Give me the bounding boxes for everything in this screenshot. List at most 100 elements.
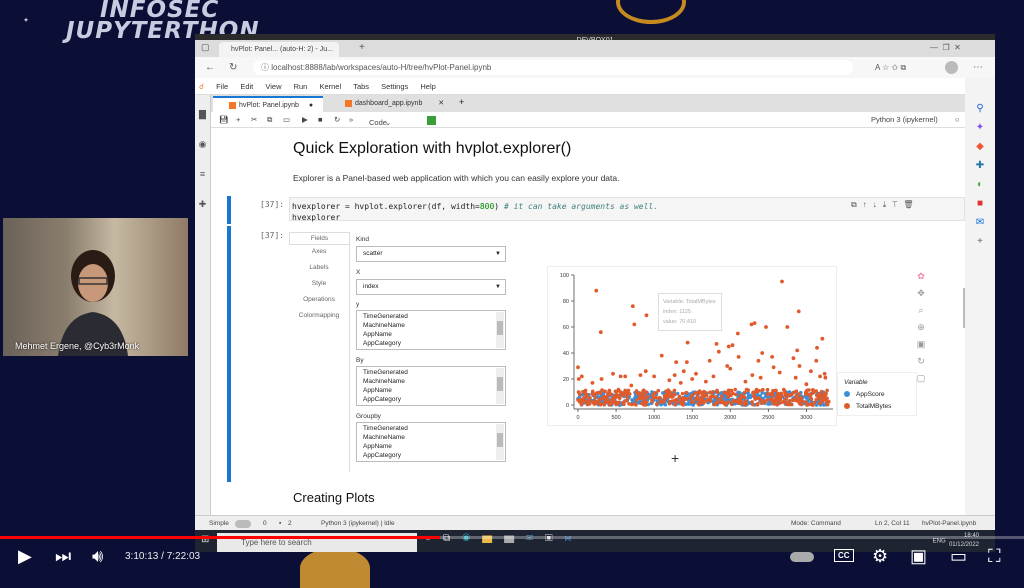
document-tabs: hvPlot: Panel.ipynb ● dashboard_app.ipyn… bbox=[211, 95, 965, 112]
point-totalmbytes bbox=[641, 396, 645, 400]
settings-icon[interactable]: ⚙ bbox=[872, 546, 888, 567]
point-totalmbytes bbox=[777, 370, 782, 375]
tab-axes[interactable]: Axes bbox=[289, 248, 349, 255]
by-multiselect[interactable]: TimeGenerated MachineName AppName AppCatego… bbox=[356, 366, 506, 406]
scrollbar[interactable] bbox=[496, 424, 504, 460]
menu-run[interactable]: Run bbox=[294, 78, 308, 95]
wheel-zoom-icon[interactable]: ⊕ bbox=[914, 319, 928, 336]
scrollbar[interactable] bbox=[496, 312, 504, 348]
autoplay-toggle[interactable] bbox=[790, 552, 814, 562]
folder-icon[interactable]: ▇ bbox=[195, 99, 210, 129]
url-input[interactable]: ⓘ localhost:8888/lab/workspaces/auto-H/t… bbox=[253, 60, 853, 75]
cut-icon[interactable]: ✂ bbox=[251, 115, 257, 124]
menu-tabs[interactable]: Tabs bbox=[353, 78, 369, 95]
legend-item-totalmbytes[interactable]: TotalMBytes bbox=[844, 401, 910, 413]
by-label: By bbox=[356, 357, 364, 364]
games-icon[interactable]: ◐ bbox=[965, 175, 995, 194]
running-icon[interactable]: ◉ bbox=[195, 129, 210, 159]
hover-tool-icon[interactable]: ▢ bbox=[914, 370, 928, 387]
save-icon[interactable]: 💾︎ bbox=[219, 115, 229, 124]
search-icon[interactable]: ⚲ bbox=[965, 95, 995, 118]
browser-toolbar-icons[interactable]: A ☆ ✩ ⧉ bbox=[875, 57, 906, 78]
tab-style[interactable]: Style bbox=[289, 280, 349, 287]
box-zoom-icon[interactable]: ⌕ bbox=[914, 302, 928, 319]
new-launcher-icon[interactable]: + bbox=[459, 97, 464, 107]
x-select[interactable]: index ▼ bbox=[356, 279, 506, 295]
point-totalmbytes bbox=[611, 371, 615, 376]
bokeh-logo-icon[interactable]: ✿ bbox=[914, 268, 928, 285]
groupby-multiselect[interactable]: TimeGenerated MachineName AppName AppCatego… bbox=[356, 422, 506, 462]
menu-kernel[interactable]: Kernel bbox=[319, 78, 341, 95]
tools-icon[interactable]: ✚ bbox=[965, 156, 995, 175]
tab-labels[interactable]: Labels bbox=[289, 264, 349, 271]
miniplayer-icon[interactable]: ▣ bbox=[910, 546, 927, 567]
copilot-icon[interactable]: ✦ bbox=[965, 118, 995, 137]
tab-dashboard-app[interactable]: dashboard_app.ipynb ✕ bbox=[329, 96, 449, 112]
new-tab-icon[interactable]: + bbox=[359, 37, 365, 58]
kind-label: Kind bbox=[356, 236, 370, 243]
kind-select[interactable]: scatter ▼ bbox=[356, 246, 506, 262]
close-icon[interactable]: ✕ bbox=[438, 100, 444, 107]
insert-cell-icon[interactable]: + bbox=[236, 115, 240, 124]
menu-settings[interactable]: Settings bbox=[381, 78, 408, 95]
office-icon[interactable]: ■ bbox=[965, 194, 995, 213]
play-icon[interactable]: ▶ bbox=[18, 546, 32, 567]
cell-toolbar[interactable]: ⧉↑↓⤓⊤🗑︎ bbox=[851, 200, 920, 210]
tab-hvplot-panel[interactable]: hvPlot: Panel.ipynb ● bbox=[213, 96, 323, 112]
add-icon[interactable]: + bbox=[965, 232, 995, 251]
legend-item-appscore[interactable]: AppScore bbox=[844, 389, 910, 401]
next-icon[interactable]: ⏭︎ bbox=[55, 546, 71, 567]
dropdown-arrow-icon: ▼ bbox=[495, 284, 501, 290]
shopping-icon[interactable]: ◆ bbox=[965, 137, 995, 156]
kernel-status[interactable]: Python 3 (ipykernel) | Idle bbox=[321, 520, 395, 527]
profile-avatar[interactable] bbox=[945, 61, 958, 74]
save-plot-icon[interactable]: ▣ bbox=[914, 336, 928, 353]
back-icon[interactable]: ← bbox=[205, 57, 215, 78]
point-totalmbytes bbox=[751, 394, 756, 398]
point-totalmbytes bbox=[728, 388, 733, 393]
kernel-name[interactable]: Python 3 (ipykernel) bbox=[871, 115, 938, 124]
copy-icon[interactable]: ⧉ bbox=[267, 115, 272, 125]
menu-view[interactable]: View bbox=[265, 78, 281, 95]
tab-operations[interactable]: Operations bbox=[289, 296, 349, 303]
tab-actions-icon[interactable]: ▢ bbox=[201, 37, 210, 58]
paste-icon[interactable]: ▭ bbox=[283, 115, 290, 124]
scrollbar[interactable] bbox=[496, 368, 504, 404]
scatter-plot[interactable]: 0 20 40 60 80 100 0 500 1000 1500 2000 2500 3000 bbox=[547, 266, 837, 426]
point-totalmbytes bbox=[809, 402, 813, 407]
restart-run-all-icon[interactable]: » bbox=[349, 115, 353, 124]
pan-icon[interactable]: ✥ bbox=[914, 285, 928, 302]
extensions-icon[interactable]: ✚ bbox=[195, 189, 210, 219]
point-totalmbytes bbox=[815, 345, 819, 350]
menu-file[interactable]: File bbox=[216, 78, 228, 95]
more-icon[interactable]: ⋯ bbox=[973, 57, 983, 78]
refresh-icon[interactable]: ↻ bbox=[229, 57, 237, 78]
reset-icon[interactable]: ↻ bbox=[914, 353, 928, 370]
video-progress-bar[interactable] bbox=[0, 536, 1024, 539]
scatter-plot-svg[interactable]: 0204060801000 500 1000 1500 2000 2500 3000 bbox=[548, 267, 838, 427]
menu-help[interactable]: Help bbox=[420, 78, 435, 95]
stop-icon[interactable]: ■ bbox=[318, 115, 323, 124]
point-totalmbytes bbox=[793, 375, 798, 380]
tab-fields[interactable]: Fields bbox=[289, 232, 349, 245]
point-totalmbytes bbox=[644, 313, 649, 318]
commands-icon[interactable]: ≡ bbox=[195, 159, 210, 189]
simple-mode-toggle[interactable] bbox=[235, 520, 251, 528]
menu-edit[interactable]: Edit bbox=[240, 78, 253, 95]
run-icon[interactable]: ▶ bbox=[302, 115, 308, 124]
y-multiselect[interactable]: TimeGenerated MachineName AppName AppCatego… bbox=[356, 310, 506, 350]
address-bar: ← ↻ ⓘ localhost:8888/lab/workspaces/auto… bbox=[195, 57, 995, 78]
theater-icon[interactable]: ▭ bbox=[950, 546, 967, 567]
window-controls[interactable]: — ❐ ✕ bbox=[930, 37, 961, 58]
browser-tab[interactable]: hvPlot: Panel... (auto-H: 2) - Ju... ✕ bbox=[219, 42, 339, 68]
captions-button[interactable]: CC bbox=[834, 549, 854, 562]
outlook-icon[interactable]: ✉ bbox=[965, 213, 995, 232]
point-totalmbytes bbox=[576, 377, 581, 381]
point-totalmbytes bbox=[729, 402, 734, 407]
restart-icon[interactable]: ↻ bbox=[334, 115, 340, 124]
point-totalmbytes bbox=[617, 396, 622, 401]
volume-icon[interactable]: 🔊︎ bbox=[92, 546, 103, 567]
extension-icon[interactable] bbox=[427, 116, 436, 125]
fullscreen-icon[interactable]: ⛶ bbox=[988, 546, 1001, 567]
tab-colormapping[interactable]: Colormapping bbox=[289, 312, 349, 319]
